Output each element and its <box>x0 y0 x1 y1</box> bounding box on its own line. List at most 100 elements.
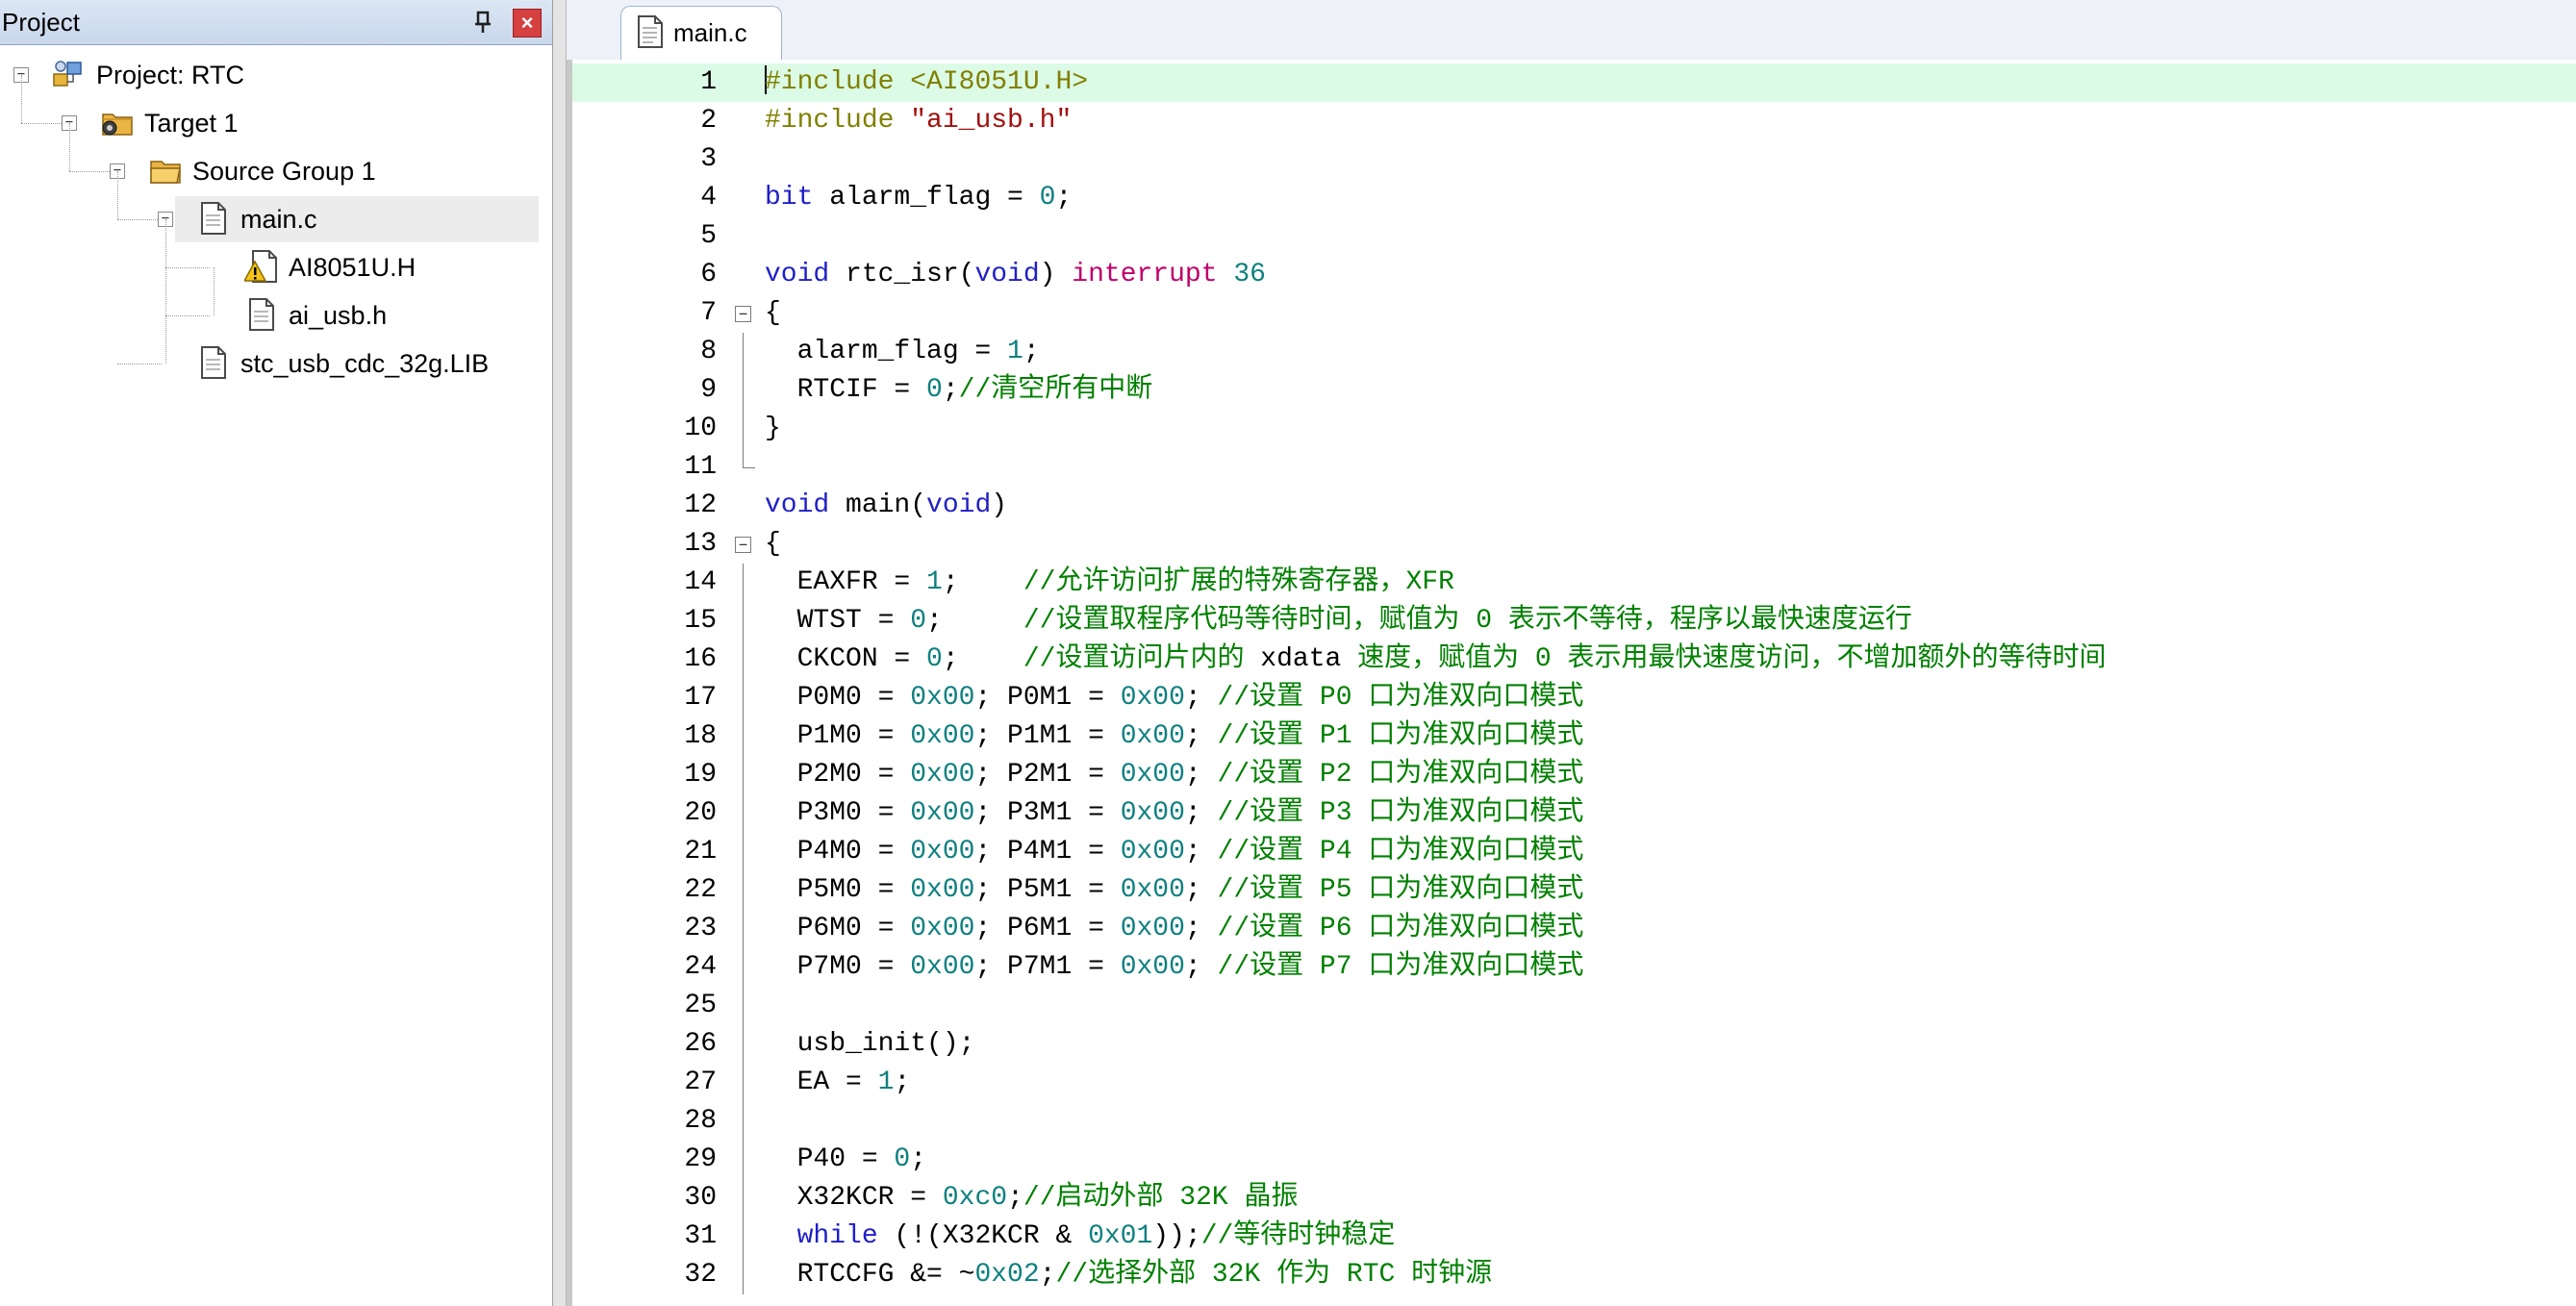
code-token: 0x00 <box>1120 914 1185 943</box>
code-line[interactable]: 23 P6M0 = 0x00; P6M1 = 0x00; //设置 P6 口为准… <box>572 910 2576 948</box>
code-token: ; <box>1184 952 1218 982</box>
close-panel-button[interactable]: × <box>513 9 542 38</box>
code-line[interactable]: 30 X32KCR = 0xc0;//启动外部 32K 晶振 <box>572 1179 2576 1218</box>
code-line[interactable]: 26 usb_init(); <box>572 1025 2576 1064</box>
code-token: //允许访问扩展的特殊寄存器，XFR <box>1023 567 1454 597</box>
tree-item[interactable]: Source Group 1 <box>127 148 539 194</box>
code-line[interactable]: 15 WTST = 0; //设置取程序代码等待时间，赋值为 0 表示不等待，程… <box>572 602 2576 640</box>
code-line[interactable]: 28 <box>572 1102 2576 1141</box>
code-line[interactable]: 9 RTCIF = 0;//清空所有中断 <box>572 371 2576 410</box>
line-number: 7 <box>700 298 717 328</box>
code-line[interactable]: 2 #include "ai_usb.h" <box>572 102 2576 140</box>
code-line[interactable]: 11 <box>572 448 2576 487</box>
code-token: ; <box>1055 183 1073 213</box>
code-line[interactable]: 25 <box>572 987 2576 1025</box>
code-line[interactable]: 1 #include <AI8051U.H> <box>572 63 2576 102</box>
code-line[interactable]: 10} <box>572 410 2576 448</box>
code-line[interactable]: 18 P1M0 = 0x00; P1M1 = 0x00; //设置 P1 口为准… <box>572 717 2576 756</box>
fold-guide <box>743 910 744 948</box>
code-text: alarm_flag = 1; <box>765 333 1040 371</box>
code-text: P5M0 = 0x00; P5M1 = 0x00; //设置 P5 口为准双向口… <box>765 871 1584 910</box>
code-line[interactable]: 27 EA = 1; <box>572 1064 2576 1102</box>
fold-guide <box>743 948 744 987</box>
code-token: P4M0 = <box>765 837 911 866</box>
code-line[interactable]: 8 alarm_flag = 1; <box>572 333 2576 371</box>
code-line[interactable]: 14 EAXFR = 1; //允许访问扩展的特殊寄存器，XFR <box>572 564 2576 602</box>
code-token: 0x00 <box>910 837 975 866</box>
code-line[interactable]: 19 P2M0 = 0x00; P2M1 = 0x00; //设置 P2 口为准… <box>572 756 2576 794</box>
fold-guide <box>743 1179 744 1218</box>
tree-item[interactable]: AI8051U.H <box>223 244 539 290</box>
code-editor[interactable]: 1 #include <AI8051U.H> 2 #include "ai_usb.h… <box>567 60 2576 1306</box>
code-token: <AI8051U.H> <box>910 67 1089 97</box>
code-line[interactable]: 4 bit alarm_flag = 0; <box>572 179 2576 217</box>
code-line[interactable]: 5 <box>572 217 2576 256</box>
code-line[interactable]: 22 P5M0 = 0x00; P5M1 = 0x00; //设置 P5 口为准… <box>572 871 2576 910</box>
code-token: EAXFR = <box>765 567 927 597</box>
code-line[interactable]: 12 void main(void) <box>572 487 2576 525</box>
fold-toggle-icon[interactable]: − <box>735 537 751 553</box>
code-text: RTCIF = 0;//清空所有中断 <box>765 371 1153 410</box>
code-token: )); <box>1152 1221 1201 1251</box>
code-line[interactable]: 6 void rtc_isr(void) interrupt 36 <box>572 256 2576 294</box>
tree-item[interactable]: main.c <box>175 196 539 242</box>
code-line[interactable]: 20 P3M0 = 0x00; P3M1 = 0x00; //设置 P3 口为准… <box>572 794 2576 833</box>
code-token: 0x00 <box>1120 798 1185 828</box>
tree-item[interactable]: ai_usb.h <box>223 292 539 339</box>
code-text: P0M0 = 0x00; P0M1 = 0x00; //设置 P0 口为准双向口… <box>765 679 1584 717</box>
code-text: P3M0 = 0x00; P3M1 = 0x00; //设置 P3 口为准双向口… <box>765 794 1584 833</box>
code-token: 0x00 <box>1120 837 1185 866</box>
code-line[interactable]: 7 −{ <box>572 294 2576 333</box>
warning-file-icon <box>242 249 279 284</box>
code-text: P40 = 0; <box>765 1141 926 1179</box>
code-line[interactable]: 17 P0M0 = 0x00; P0M1 = 0x00; //设置 P0 口为准… <box>572 679 2576 717</box>
code-line[interactable]: 3 <box>572 140 2576 179</box>
pin-icon[interactable] <box>469 9 496 36</box>
code-line[interactable]: 31 while (!(X32KCR & 0x01));//等待时钟稳定 <box>572 1218 2576 1256</box>
tab-label: main.c <box>673 18 747 47</box>
code-token: ; P0M1 = <box>974 683 1121 713</box>
code-token: rtc_isr( <box>829 260 975 289</box>
fold-guide <box>743 756 744 794</box>
code-text: EAXFR = 1; //允许访问扩展的特殊寄存器，XFR <box>765 564 1454 602</box>
tree-connector <box>165 219 166 364</box>
code-token: //清空所有中断 <box>958 375 1153 405</box>
code-text: P1M0 = 0x00; P1M1 = 0x00; //设置 P1 口为准双向口… <box>765 717 1584 756</box>
code-text: P2M0 = 0x00; P2M1 = 0x00; //设置 P2 口为准双向口… <box>765 756 1584 794</box>
code-token: WTST = <box>765 606 911 636</box>
code-line[interactable]: 21 P4M0 = 0x00; P4M1 = 0x00; //设置 P4 口为准… <box>572 833 2576 871</box>
code-text: } <box>765 410 781 448</box>
tree-item-label: Project: RTC <box>96 61 245 89</box>
code-line[interactable]: 32 RTCCFG &= ~0x02;//选择外部 32K 作为 RTC 时钟源 <box>572 1256 2576 1294</box>
line-number: 32 <box>684 1260 717 1290</box>
code-token: main( <box>829 490 927 520</box>
fold-guide <box>743 794 744 833</box>
code-line[interactable]: 16 CKCON = 0; //设置访问片内的 xdata 速度，赋值为 0 表… <box>572 640 2576 679</box>
line-number: 9 <box>700 375 717 405</box>
fold-guide <box>743 333 744 371</box>
code-token: 0x00 <box>910 721 975 751</box>
code-token: //设置 P1 口为准双向口模式 <box>1217 721 1584 751</box>
code-token: ; P7M1 = <box>974 952 1121 982</box>
line-number: 18 <box>684 721 717 751</box>
tree-connector <box>117 219 162 220</box>
code-line[interactable]: 13 −{ <box>572 525 2576 564</box>
fold-guide <box>743 1218 744 1256</box>
code-token: bit <box>765 183 814 213</box>
tree-item[interactable]: Target 1 <box>79 100 539 146</box>
file-icon <box>196 201 231 236</box>
panel-splitter[interactable] <box>553 0 567 1306</box>
fold-toggle-icon[interactable]: − <box>735 306 751 322</box>
line-number: 24 <box>684 952 717 982</box>
code-token: 0x00 <box>1120 875 1185 905</box>
fold-guide <box>743 410 744 448</box>
editor-area: main.c 1 #include <AI8051U.H> 2 #include "a… <box>567 0 2576 1306</box>
tree-item[interactable]: stc_usb_cdc_32g.LIB <box>175 340 539 387</box>
code-line[interactable]: 29 P40 = 0; <box>572 1141 2576 1179</box>
code-token: //设置访问片内的 <box>1023 644 1261 674</box>
tab-main-c[interactable]: main.c <box>620 6 782 60</box>
tree-item[interactable]: Project: RTC <box>31 52 539 98</box>
code-line[interactable]: 24 P7M0 = 0x00; P7M1 = 0x00; //设置 P7 口为准… <box>572 948 2576 987</box>
code-token: #include <box>765 106 911 136</box>
